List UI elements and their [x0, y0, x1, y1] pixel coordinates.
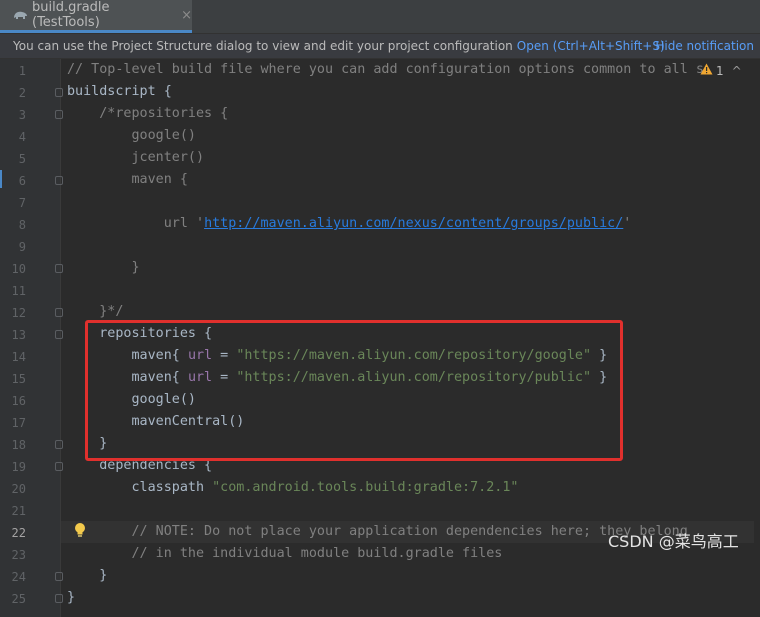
line-number: 11: [11, 284, 26, 298]
hide-notification-link[interactable]: Hide notification: [655, 39, 754, 53]
code-text: classpath: [67, 480, 213, 495]
line-number: 4: [18, 130, 26, 144]
gradle-elephant-icon: [12, 8, 28, 22]
inspection-widget[interactable]: 1 ^: [700, 63, 742, 78]
code-line-22[interactable]: // NOTE: Do not place your application d…: [67, 521, 687, 543]
line-number: 5: [18, 152, 26, 166]
code-line-1[interactable]: // Top-level build file where you can ad…: [67, 59, 704, 81]
warning-count: 1: [716, 63, 724, 78]
line-number: 7: [18, 196, 26, 210]
line-number: 2: [18, 86, 26, 100]
line-number: 12: [11, 306, 26, 320]
line-number: 21: [11, 504, 26, 518]
repository-url-link[interactable]: http://maven.aliyun.com/nexus/content/gr…: [204, 216, 623, 231]
warning-icon: [700, 63, 713, 78]
line-number: 9: [18, 240, 26, 254]
line-number: 14: [11, 350, 26, 364]
code-line-25[interactable]: }: [67, 587, 75, 609]
fold-toggle-icon[interactable]: [55, 88, 63, 97]
code-text: url ': [67, 216, 205, 231]
line-number: 6: [18, 174, 26, 188]
code-line-8[interactable]: url 'http://maven.aliyun.com/nexus/conte…: [67, 213, 632, 235]
code-line-23[interactable]: // in the individual module build.gradle…: [67, 543, 502, 565]
fold-toggle-icon[interactable]: [55, 264, 63, 273]
fold-toggle-icon[interactable]: [55, 110, 63, 119]
tab-build-gradle[interactable]: build.gradle (TestTools) ×: [0, 0, 192, 33]
line-number: 10: [11, 262, 26, 276]
line-number: 24: [11, 570, 26, 584]
fold-toggle-icon[interactable]: [55, 440, 63, 449]
line-number: 8: [18, 218, 26, 232]
code-line-2[interactable]: buildscript {: [67, 81, 172, 103]
line-number: 15: [11, 372, 26, 386]
code-line-24[interactable]: }: [67, 565, 107, 587]
notification-bar: You can use the Project Structure dialog…: [0, 34, 760, 59]
line-number-current: 22: [11, 526, 26, 540]
code-string: "com.android.tools.build:gradle:7.2.1": [212, 480, 519, 495]
line-number: 18: [11, 438, 26, 452]
code-line-10[interactable]: }: [67, 257, 139, 279]
code-text: ': [623, 216, 632, 231]
chevron-up-icon[interactable]: ^: [732, 64, 742, 78]
editor-tab-bar: build.gradle (TestTools) ×: [0, 0, 760, 34]
line-number: 25: [11, 592, 26, 606]
fold-toggle-icon[interactable]: [55, 462, 63, 471]
line-number: 16: [11, 394, 26, 408]
fold-toggle-icon[interactable]: [55, 176, 63, 185]
code-line-6[interactable]: maven {: [67, 169, 187, 191]
lightbulb-icon[interactable]: [74, 522, 88, 540]
watermark: CSDN @菜鸟高工: [608, 532, 739, 551]
fold-toggle-icon[interactable]: [55, 308, 63, 317]
line-number: 3: [18, 108, 26, 122]
code-line-20[interactable]: classpath "com.android.tools.build:gradl…: [67, 477, 518, 499]
fold-toggle-icon[interactable]: [55, 594, 63, 603]
line-number: 20: [11, 482, 26, 496]
code-line-5[interactable]: jcenter(): [67, 147, 204, 169]
line-number: 1: [18, 64, 26, 78]
line-number: 17: [11, 416, 26, 430]
highlight-annotation-box: [85, 320, 623, 461]
code-line-4[interactable]: google(): [67, 125, 196, 147]
open-project-structure-link[interactable]: Open (Ctrl+Alt+Shift+S): [517, 39, 665, 53]
code-line-3[interactable]: /*repositories {: [67, 103, 228, 125]
line-number: 23: [11, 548, 26, 562]
fold-toggle-icon[interactable]: [55, 330, 63, 339]
tab-label: build.gradle (TestTools): [32, 0, 110, 30]
line-number: 13: [11, 328, 26, 342]
close-icon[interactable]: ×: [181, 8, 192, 23]
line-number-gutter[interactable]: 1 2 3 4 5 6 7 8 9 10 11 12 13 14 15 16 1…: [0, 59, 63, 617]
fold-toggle-icon[interactable]: [55, 572, 63, 581]
line-number: 19: [11, 460, 26, 474]
vertical-scrollbar[interactable]: [754, 59, 760, 617]
notification-message: You can use the Project Structure dialog…: [13, 39, 513, 53]
